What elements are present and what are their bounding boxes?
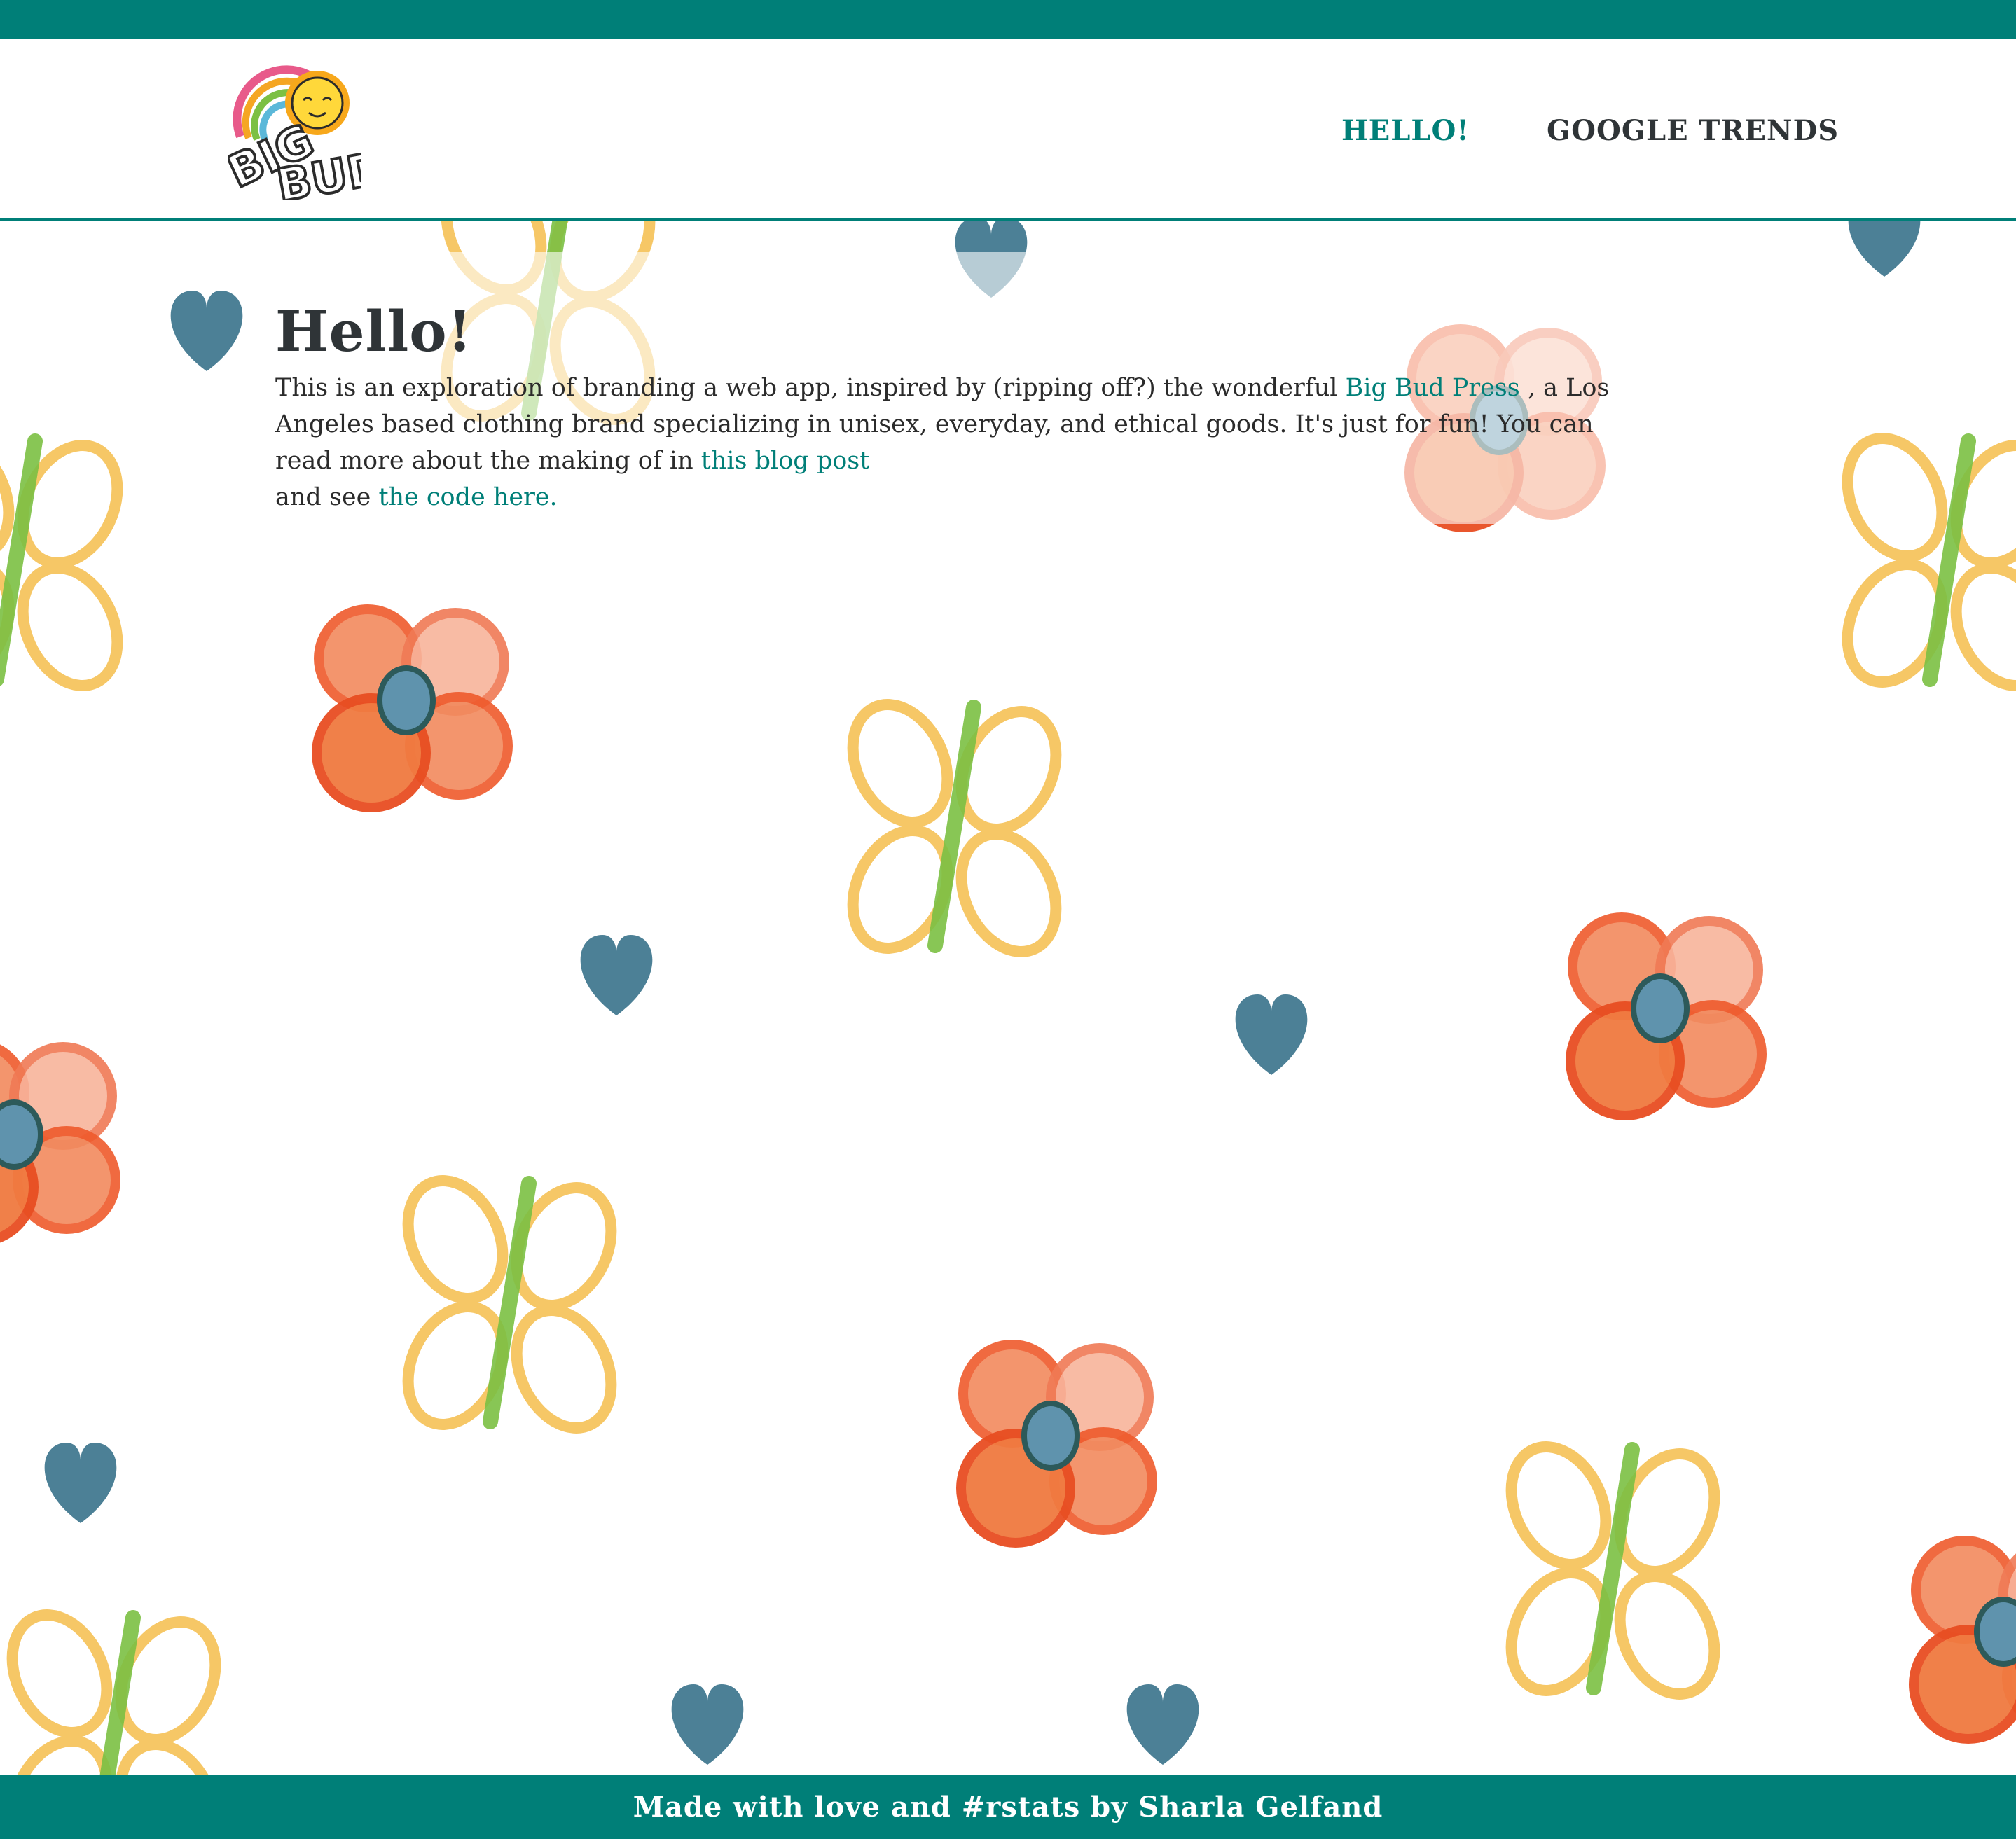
- heart-decoration: [1235, 994, 1308, 1075]
- intro-text: and see: [275, 483, 379, 511]
- heart-decoration: [44, 1443, 117, 1523]
- flower-decoration: [0, 1043, 116, 1242]
- butterfly-decoration: [0, 423, 135, 701]
- code-link[interactable]: the code here.: [378, 483, 557, 511]
- flower-decoration: [961, 1345, 1152, 1543]
- heart-decoration: [1848, 221, 1921, 277]
- site-header: BIG BUD HELLO! GOOGLE TRENDS: [0, 39, 2016, 221]
- butterfly-decoration: [1493, 1431, 1733, 1709]
- nav-hello-link[interactable]: HELLO!: [1341, 114, 1470, 147]
- intro-text: This is an exploration of branding a web…: [275, 374, 1346, 402]
- intro-paragraph: This is an exploration of branding a web…: [275, 370, 1651, 515]
- big-bud-logo[interactable]: BIG BUD: [219, 60, 389, 214]
- blog-post-link[interactable]: this blog post: [701, 447, 870, 475]
- logo-graphic: BIG BUD: [219, 65, 389, 214]
- footer-credit: Made with love and #rstats by Sharla Gel…: [633, 1791, 1383, 1824]
- nav-google-trends-link[interactable]: GOOGLE TRENDS: [1547, 114, 1839, 147]
- butterfly-decoration: [835, 689, 1075, 967]
- heart-decoration: [1126, 1684, 1199, 1765]
- heart-decoration: [170, 291, 243, 371]
- intro-panel: Hello! This is an exploration of brandin…: [249, 252, 1678, 524]
- page-title: Hello!: [275, 298, 473, 364]
- butterfly-decoration: [0, 1599, 233, 1775]
- butterfly-decoration: [390, 1165, 630, 1443]
- flower-decoration: [317, 609, 508, 807]
- heart-decoration: [671, 1684, 744, 1765]
- top-accent-bar: [0, 0, 2016, 39]
- flower-decoration: [1570, 917, 1762, 1116]
- butterfly-decoration: [1830, 423, 2016, 701]
- flower-decoration: [1914, 1541, 2016, 1739]
- heart-decoration: [580, 935, 653, 1015]
- site-footer: Made with love and #rstats by Sharla Gel…: [0, 1775, 2016, 1839]
- big-bud-press-link[interactable]: Big Bud Press: [1346, 374, 1520, 402]
